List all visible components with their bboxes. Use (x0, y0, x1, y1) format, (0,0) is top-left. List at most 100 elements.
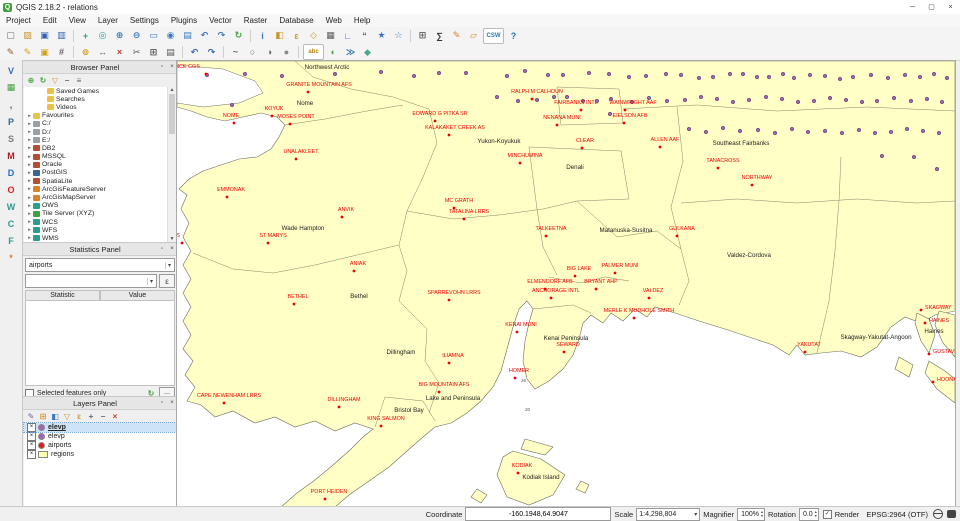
rotation-spinbox[interactable]: 0.0 ▴ ▾ (798, 507, 819, 521)
expand-arrow-icon[interactable]: ▸ (26, 170, 33, 176)
expand-arrow-icon[interactable]: ▸ (26, 137, 33, 143)
browser-item-e[interactable]: ▸ E:/ (24, 136, 168, 144)
float-panel-icon[interactable]: ▫ (157, 246, 167, 252)
layer-diagram-icon[interactable]: ◐ (326, 45, 341, 59)
coordinate-input[interactable] (465, 507, 612, 521)
deselect-features-icon[interactable]: ◇ (306, 29, 321, 43)
layer-visibility-checkbox[interactable]: × (27, 423, 36, 432)
add-vector-layer-icon[interactable]: V (3, 63, 19, 78)
layer-item-elevp[interactable]: × elevp (24, 432, 176, 441)
form-annotation-icon[interactable]: ▱ (466, 29, 481, 43)
remove-layer-icon[interactable]: × (109, 411, 121, 422)
zoom-in-icon[interactable]: ⊕ (112, 29, 127, 43)
map-canvas[interactable]: Northwest Arctic Nome Yukon-Koyukuk Southea… (176, 60, 956, 508)
spinner-arrows[interactable]: ▴ ▾ (815, 510, 817, 518)
filter-expression-icon[interactable]: ε (73, 411, 85, 422)
layer-styling-icon[interactable]: ✎ (25, 411, 37, 422)
browser-item-tile-server-xyz[interactable]: ▸ Tile Server (XYZ) (24, 210, 168, 218)
select-by-expression-icon[interactable]: ε (289, 29, 304, 43)
new-map-view-icon[interactable]: ⊞ (415, 29, 430, 43)
add-ring-icon[interactable]: ○ (245, 45, 260, 59)
pan-map-icon[interactable]: + (78, 29, 93, 43)
save-edits-icon[interactable]: ▣ (37, 45, 52, 59)
measure-icon[interactable]: ∟ (340, 29, 355, 43)
menu-view[interactable]: View (63, 14, 92, 27)
maximize-button[interactable]: ▢ (922, 1, 941, 14)
add-wfs-layer-icon[interactable]: F (3, 233, 19, 248)
refresh-map-icon[interactable]: ↻ (231, 29, 246, 43)
browser-item-videos[interactable]: Videos (24, 103, 168, 111)
statistical-summary-icon[interactable]: ∑ (432, 29, 447, 43)
browser-item-spatialite[interactable]: ▸ SpatiaLite (24, 177, 168, 185)
expand-arrow-icon[interactable]: ▸ (26, 162, 33, 168)
menu-edit[interactable]: Edit (37, 14, 63, 27)
layer-item-airports[interactable]: × airports (24, 441, 176, 450)
layer-visibility-checkbox[interactable]: × (27, 432, 36, 441)
add-selected-layer-icon[interactable]: ⊕ (25, 75, 37, 86)
open-attribute-table-icon[interactable]: ▦ (323, 29, 338, 43)
add-oracle-layer-icon[interactable]: O (3, 182, 19, 197)
new-project-icon[interactable]: ▢ (3, 29, 18, 43)
labeling-icon[interactable]: abc (303, 44, 324, 60)
expand-arrow-icon[interactable]: ▸ (26, 211, 33, 217)
identify-features-icon[interactable]: i (255, 29, 270, 43)
collapse-all-icon[interactable]: − (61, 75, 73, 86)
menu-web[interactable]: Web (320, 14, 348, 27)
browser-item-oracle[interactable]: ▸ Oracle (24, 161, 168, 169)
collapse-all-layers-icon[interactable]: − (97, 411, 109, 422)
render-checkbox[interactable]: ✓ Render (822, 509, 859, 519)
expand-arrow-icon[interactable]: ▸ (26, 121, 33, 127)
new-bookmark-icon[interactable]: ★ (374, 29, 389, 43)
save-project-as-icon[interactable]: ▥ (54, 29, 69, 43)
browser-item-wfs[interactable]: ▸ WFS (24, 226, 168, 234)
layer-item-regions[interactable]: × regions (24, 450, 176, 459)
add-wcs-layer-icon[interactable]: C (3, 216, 19, 231)
expand-arrow-icon[interactable]: ▸ (26, 203, 33, 209)
filter-browser-icon[interactable]: ▽ (49, 75, 61, 86)
paste-features-icon[interactable]: ▤ (163, 45, 178, 59)
scroll-up-icon[interactable]: ▲ (170, 87, 175, 93)
add-delimited-text-layer-icon[interactable]: , (3, 97, 19, 112)
plugin-manager-icon[interactable]: ◆ (360, 45, 375, 59)
menu-help[interactable]: Help (348, 14, 376, 27)
redo-icon[interactable]: ↷ (204, 45, 219, 59)
layer-visibility-checkbox[interactable]: × (27, 450, 36, 459)
node-tool-icon[interactable]: # (54, 45, 69, 59)
browser-item-ows[interactable]: ▸ OWS (24, 202, 168, 210)
zoom-full-icon[interactable]: ▭ (146, 29, 161, 43)
expand-arrow-icon[interactable]: ▸ (26, 219, 33, 225)
minimize-button[interactable]: ─ (903, 1, 922, 14)
combo-arrow-icon[interactable]: ▾ (694, 511, 697, 518)
select-features-icon[interactable]: ◧ (272, 29, 287, 43)
filter-legend-icon[interactable]: ▽ (61, 411, 73, 422)
spinner-arrows[interactable]: ▴ ▾ (761, 510, 763, 518)
move-feature-icon[interactable]: ↔ (95, 45, 110, 59)
zoom-last-icon[interactable]: ↶ (197, 29, 212, 43)
browser-item-wcs[interactable]: ▸ WCS (24, 218, 168, 226)
combo-arrow-icon[interactable]: ▾ (164, 261, 171, 269)
save-project-icon[interactable]: ▣ (37, 29, 52, 43)
browser-item-mssql[interactable]: ▸ MSSQL (24, 153, 168, 161)
expand-arrow-icon[interactable]: ▸ (26, 154, 33, 160)
add-mssql-layer-icon[interactable]: M (3, 148, 19, 163)
menu-plugins[interactable]: Plugins (165, 14, 203, 27)
float-panel-icon[interactable]: ▫ (157, 400, 167, 406)
crs-status[interactable]: EPSG:2964 (OTF) (866, 510, 928, 519)
pan-to-selection-icon[interactable]: ◎ (95, 29, 110, 43)
refresh-browser-icon[interactable]: ↻ (37, 75, 49, 86)
metasearch-icon[interactable]: CSW (483, 27, 504, 44)
browser-item-postgis[interactable]: ▸ PostGIS (24, 169, 168, 177)
simplify-feature-icon[interactable]: ~ (228, 45, 243, 59)
browser-scrollbar[interactable]: ▲ ▼ (167, 87, 176, 242)
add-part-icon[interactable]: ◑ (262, 45, 277, 59)
expand-arrow-icon[interactable]: ▸ (26, 227, 33, 233)
close-button[interactable]: × (941, 1, 960, 14)
properties-widget-icon[interactable]: ≡ (73, 75, 85, 86)
text-annotation-icon[interactable]: ✎ (449, 29, 464, 43)
browser-item-db2[interactable]: ▸ DB2 (24, 144, 168, 152)
undo-icon[interactable]: ↶ (187, 45, 202, 59)
expand-arrow-icon[interactable]: ▸ (26, 235, 33, 241)
expand-arrow-icon[interactable]: ▸ (26, 145, 33, 151)
add-group-icon[interactable]: ⊞ (37, 411, 49, 422)
menu-layer[interactable]: Layer (92, 14, 124, 27)
